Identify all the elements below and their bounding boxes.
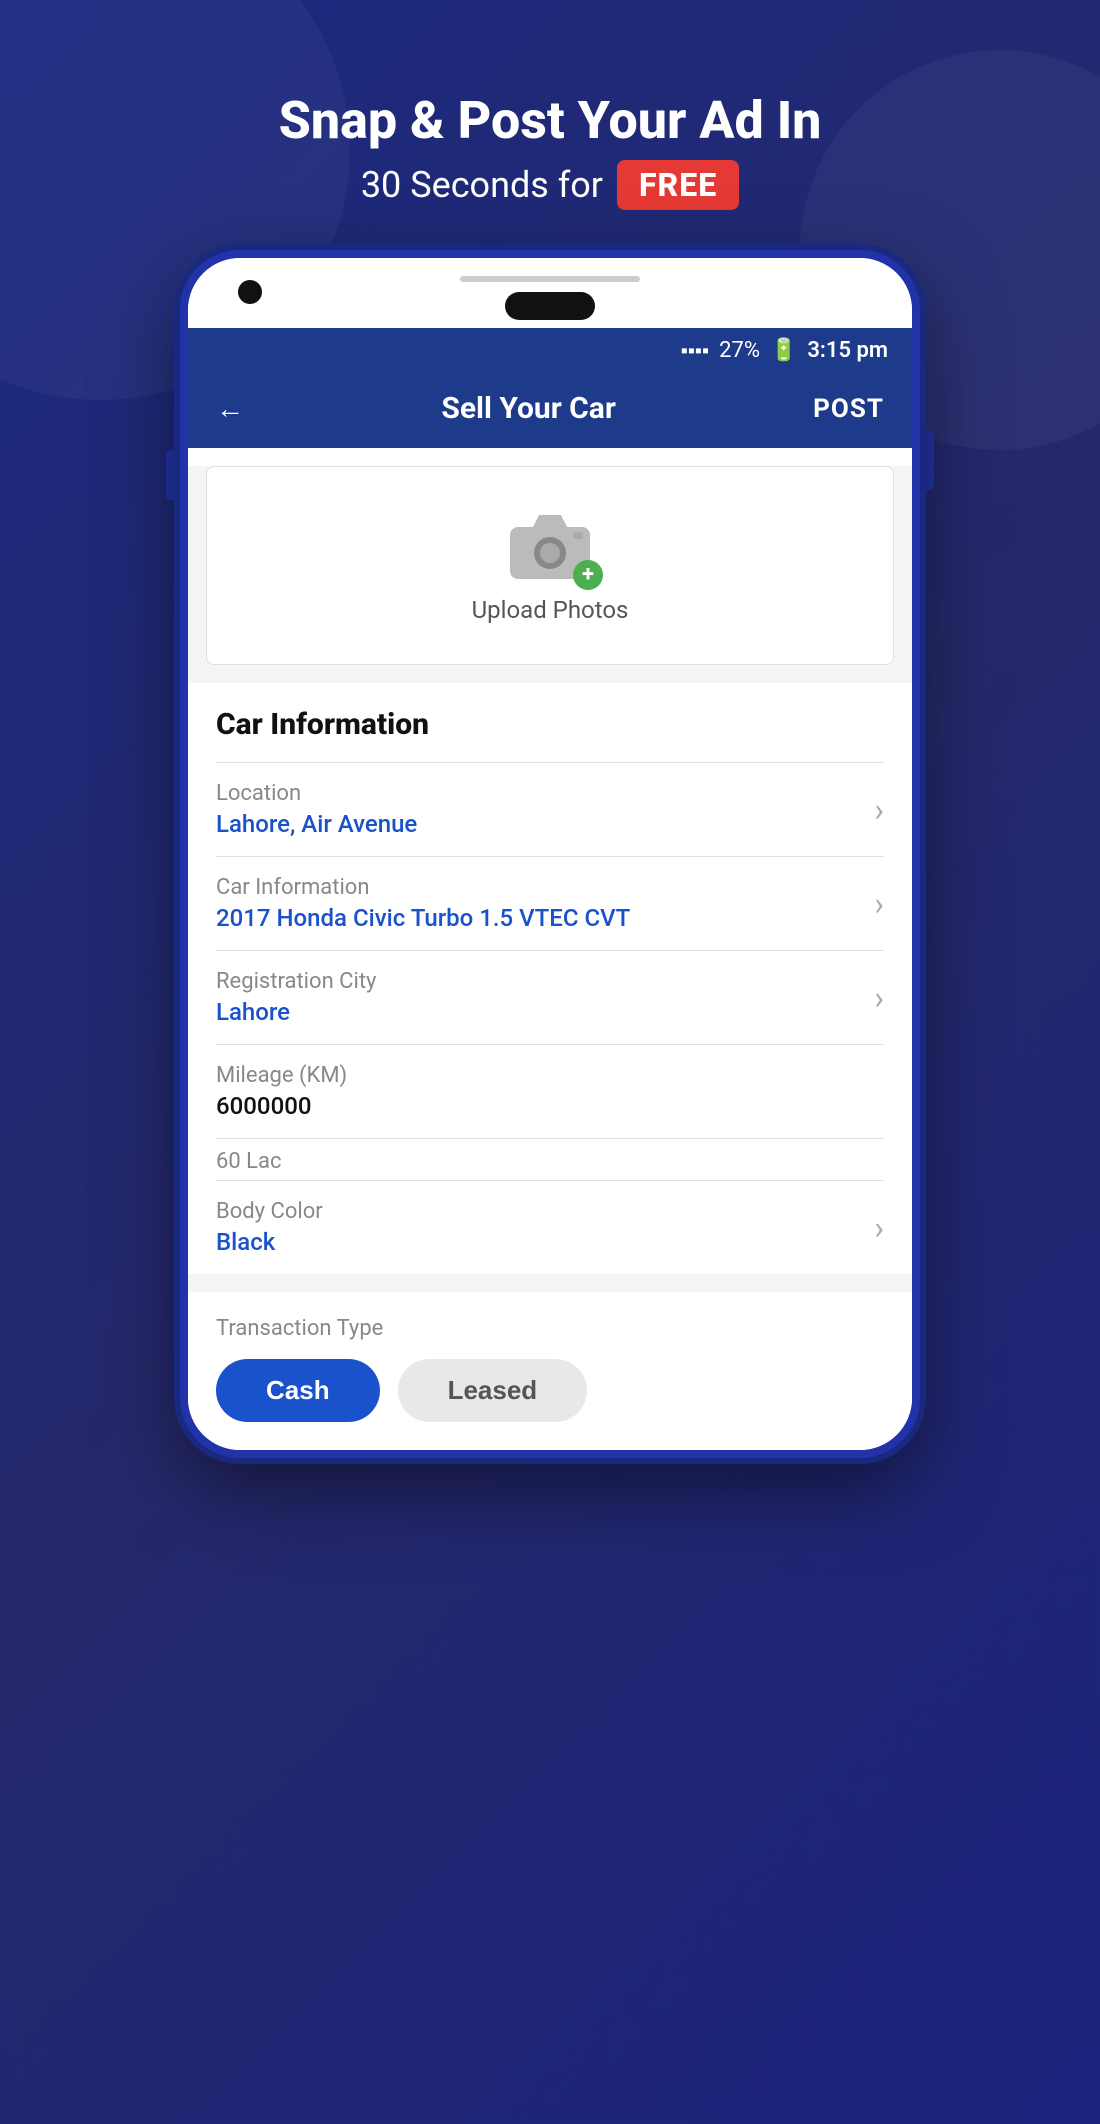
section-title: Car Information — [216, 707, 884, 742]
app-header: ← Sell Your Car POST — [188, 373, 912, 448]
battery-percent: 27% — [719, 338, 760, 363]
car-info-label: Car Information — [216, 875, 884, 900]
back-button[interactable]: ← — [216, 392, 244, 425]
signal-icon: ▪▪▪▪ — [681, 338, 709, 363]
mileage-label: Mileage (KM) — [216, 1063, 884, 1088]
reg-city-value: Lahore — [216, 998, 884, 1026]
color-field[interactable]: Body Color Black — [216, 1180, 884, 1274]
car-info-section: Car Information Location Lahore, Air Ave… — [188, 683, 912, 1274]
page-header: Snap & Post Your Ad In 30 Seconds for FR… — [279, 0, 822, 210]
cash-button[interactable]: Cash — [216, 1359, 380, 1422]
home-pill — [505, 292, 595, 320]
location-value: Lahore, Air Avenue — [216, 810, 884, 838]
add-photo-icon: + — [573, 560, 603, 590]
transaction-section: Transaction Type Cash Leased — [188, 1292, 912, 1450]
mileage-value: 6000000 — [216, 1092, 884, 1120]
mileage-field[interactable]: Mileage (KM) 6000000 — [216, 1044, 884, 1138]
transaction-label: Transaction Type — [216, 1316, 884, 1341]
phone-top — [188, 258, 912, 328]
car-info-value: 2017 Honda Civic Turbo 1.5 VTEC CVT — [216, 904, 884, 932]
phone-frame: ▪▪▪▪ 27% 🔋 3:15 pm ← Sell Your Car POST — [180, 250, 920, 1458]
upload-section[interactable]: + Upload Photos — [206, 466, 894, 665]
free-badge: FREE — [617, 160, 739, 210]
price-value: 60 Lac — [216, 1149, 282, 1174]
power-button[interactable] — [926, 430, 934, 490]
leased-button[interactable]: Leased — [398, 1359, 588, 1422]
car-info-field[interactable]: Car Information 2017 Honda Civic Turbo 1… — [216, 856, 884, 950]
location-label: Location — [216, 781, 884, 806]
notch-bar — [460, 276, 640, 282]
post-button[interactable]: POST — [813, 394, 884, 424]
reg-city-label: Registration City — [216, 969, 884, 994]
color-label: Body Color — [216, 1199, 884, 1224]
time-display: 3:15 pm — [807, 338, 888, 363]
reg-city-field[interactable]: Registration City Lahore — [216, 950, 884, 1044]
status-bar: ▪▪▪▪ 27% 🔋 3:15 pm — [188, 328, 912, 373]
front-camera — [238, 280, 262, 304]
location-field[interactable]: Location Lahore, Air Avenue — [216, 762, 884, 856]
transaction-buttons: Cash Leased — [216, 1359, 884, 1422]
camera-icon-wrap: + — [505, 507, 595, 582]
headline: Snap & Post Your Ad In — [279, 90, 822, 152]
upload-label: Upload Photos — [472, 596, 629, 624]
subtitle-text: 30 Seconds for — [361, 164, 603, 206]
phone-content: + Upload Photos Car Information Location… — [188, 466, 912, 1450]
battery-icon: 🔋 — [770, 338, 797, 363]
volume-button[interactable] — [166, 450, 174, 500]
screen-title: Sell Your Car — [441, 391, 615, 426]
color-value: Black — [216, 1228, 884, 1256]
price-row: 60 Lac — [216, 1138, 884, 1180]
